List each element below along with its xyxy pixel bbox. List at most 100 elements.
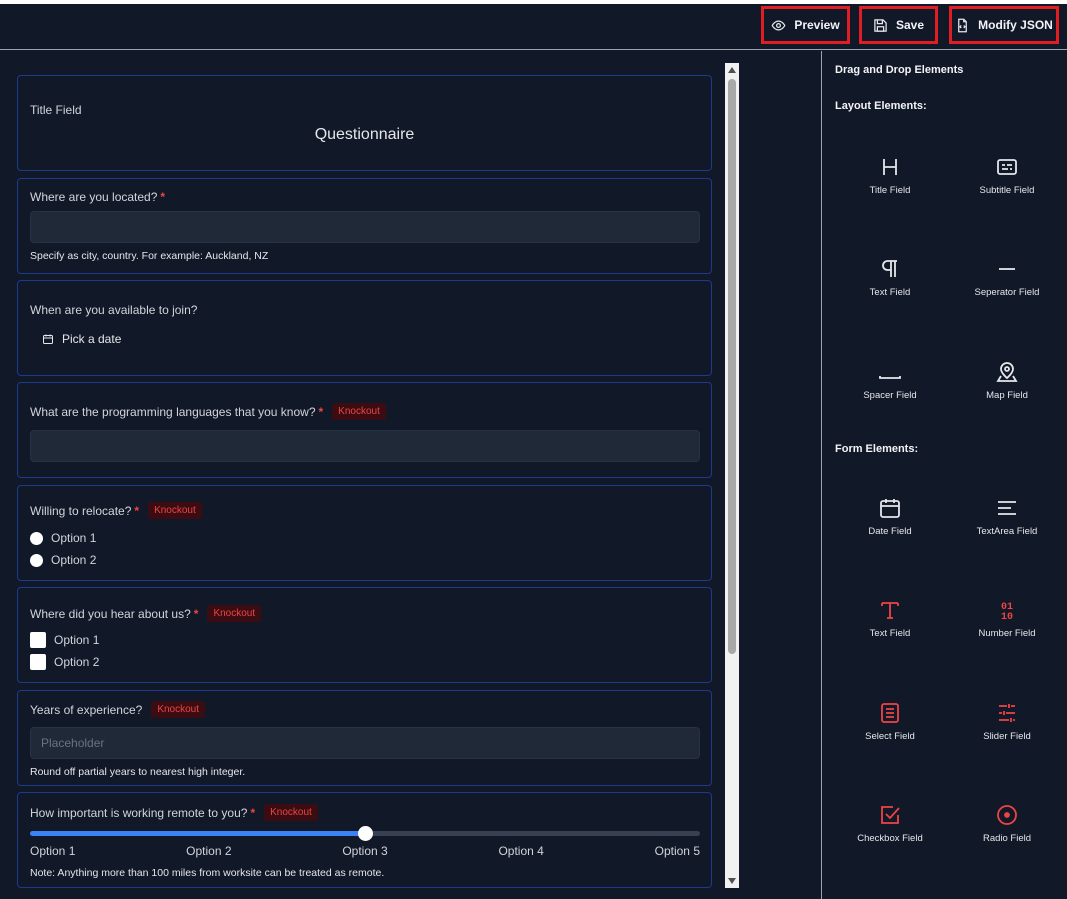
remote-label: How important is working remote to you? … [30, 804, 318, 821]
knockout-badge: Knockout [264, 804, 318, 821]
remote-slider-track[interactable] [30, 826, 700, 841]
save-button[interactable]: Save [859, 6, 938, 44]
source-label: Where did you hear about us? * Knockout [30, 605, 262, 622]
availability-field-card[interactable]: When are you available to join? Pick a d… [17, 280, 712, 376]
required-marker: * [318, 404, 324, 419]
tile-separator-field[interactable]: Seperator Field [947, 257, 1067, 317]
form-elements-title: Form Elements: [835, 443, 919, 455]
tile-label: Text Field [869, 287, 911, 298]
modify-json-label: Modify JSON [978, 18, 1053, 32]
tile-label: Subtitle Field [979, 185, 1035, 196]
experience-label-text: Years of experience? [30, 702, 143, 717]
source-option-2[interactable]: Option 2 [30, 654, 99, 670]
tile-text-field[interactable]: Text Field [830, 257, 950, 317]
required-marker: * [250, 805, 256, 820]
source-field-card[interactable]: Where did you hear about us? * Knockout … [17, 587, 712, 683]
remote-note-text: Note: Anything more than 100 miles from … [30, 867, 385, 879]
remote-field-card[interactable]: How important is working remote to you? … [17, 792, 712, 888]
relocate-label: Willing to relocate? * Knockout [30, 502, 202, 519]
text-align-icon [998, 501, 1016, 515]
location-input[interactable] [30, 211, 700, 243]
languages-input[interactable] [30, 430, 700, 462]
knockout-badge: Knockout [151, 701, 206, 718]
sliders-icon [999, 704, 1015, 722]
remote-slider-fill [30, 831, 365, 836]
top-toolbar: Preview Save Modify JSON [0, 0, 1067, 50]
tile-map-field[interactable]: Map Field [947, 360, 1067, 420]
tile-label: Slider Field [983, 731, 1031, 742]
required-marker: * [134, 503, 140, 518]
required-marker: * [160, 190, 166, 204]
experience-field-card[interactable]: Years of experience? Knockout Placeholde… [17, 690, 712, 786]
modify-json-button[interactable]: Modify JSON [949, 6, 1059, 44]
radio-icon [997, 805, 1017, 825]
tile-date-field[interactable]: Date Field [830, 496, 950, 556]
tile-text-input-field[interactable]: Text Field [830, 598, 950, 658]
knockout-badge: Knockout [332, 403, 386, 420]
sidebar-header: Drag and Drop Elements [835, 64, 964, 76]
option-label: Option 1 [51, 531, 97, 545]
experience-help-text: Round off partial years to nearest high … [30, 766, 246, 778]
tile-checkbox-field[interactable]: Checkbox Field [830, 803, 950, 863]
source-label-text: Where did you hear about us? [30, 606, 191, 621]
knockout-badge: Knockout [148, 502, 202, 519]
remote-label-text: How important is working remote to you? [30, 805, 248, 820]
radio-button[interactable] [30, 531, 43, 545]
option-label: Option 2 [54, 655, 100, 669]
tile-label: Map Field [986, 390, 1028, 401]
availability-label: When are you available to join? [30, 303, 198, 317]
slider-option-label: Option 1 [30, 844, 76, 858]
option-label: Option 2 [51, 553, 97, 567]
title-field-label: Title Field [30, 103, 82, 117]
scrollbar-thumb[interactable] [728, 79, 736, 654]
slider-option-label: Option 3 [342, 844, 388, 858]
remote-slider-thumb[interactable] [358, 826, 373, 841]
languages-label: What are the programming languages that … [30, 403, 386, 420]
experience-label: Years of experience? Knockout [30, 701, 206, 718]
tile-title-field[interactable]: Title Field [830, 155, 950, 215]
save-icon [874, 18, 887, 32]
knockout-badge: Knockout [207, 605, 262, 622]
tile-subtitle-field[interactable]: Subtitle Field [947, 155, 1067, 215]
calendar-icon [880, 499, 900, 518]
relocate-label-text: Willing to relocate? [30, 503, 132, 518]
scroll-down-arrow-icon[interactable] [728, 878, 736, 884]
relocate-field-card[interactable]: Willing to relocate? * Knockout Option 1… [17, 485, 712, 581]
tile-label: Spacer Field [863, 390, 917, 401]
eye-icon [771, 19, 786, 31]
tile-label: Text Field [869, 628, 911, 639]
tile-textarea-field[interactable]: TextArea Field [947, 496, 1067, 556]
tile-label: TextArea Field [976, 526, 1038, 537]
tile-radio-field[interactable]: Radio Field [947, 803, 1067, 863]
checkbox[interactable] [30, 654, 46, 670]
tile-spacer-field[interactable]: Spacer Field [830, 360, 950, 420]
source-option-1[interactable]: Option 1 [30, 632, 99, 648]
tile-label: Checkbox Field [857, 833, 923, 844]
check-square-icon [881, 806, 900, 824]
pick-date-button[interactable]: Pick a date [42, 332, 121, 346]
form-title: Questionnaire [314, 126, 415, 143]
tile-slider-field[interactable]: Slider Field [947, 701, 1067, 761]
tile-label: Date Field [868, 526, 912, 537]
experience-input[interactable]: Placeholder [30, 727, 700, 759]
relocate-option-1[interactable]: Option 1 [30, 531, 96, 545]
relocate-option-2[interactable]: Option 2 [30, 553, 96, 567]
tile-select-field[interactable]: Select Field [830, 701, 950, 761]
tile-label: Title Field [869, 185, 911, 196]
tile-number-field[interactable]: 01 10 Number Field [947, 598, 1067, 658]
preview-button[interactable]: Preview [761, 6, 850, 44]
checkbox[interactable] [30, 632, 46, 648]
slider-option-label: Option 2 [186, 844, 232, 858]
tile-label: Seperator Field [974, 287, 1040, 298]
languages-field-card[interactable]: What are the programming languages that … [17, 382, 712, 478]
scroll-up-arrow-icon[interactable] [728, 67, 736, 73]
option-label: Option 1 [54, 633, 100, 647]
canvas-scrollbar[interactable] [725, 63, 739, 888]
map-pin-icon [996, 362, 1018, 382]
title-field-card[interactable]: Title Field Questionnaire [17, 75, 712, 171]
input-placeholder: Placeholder [41, 736, 105, 750]
form-canvas: Title Field Questionnaire Where are you … [0, 51, 745, 899]
radio-button[interactable] [30, 553, 43, 567]
location-label-text: Where are you located? [30, 190, 158, 204]
location-field-card[interactable]: Where are you located? * Specify as city… [17, 178, 712, 274]
